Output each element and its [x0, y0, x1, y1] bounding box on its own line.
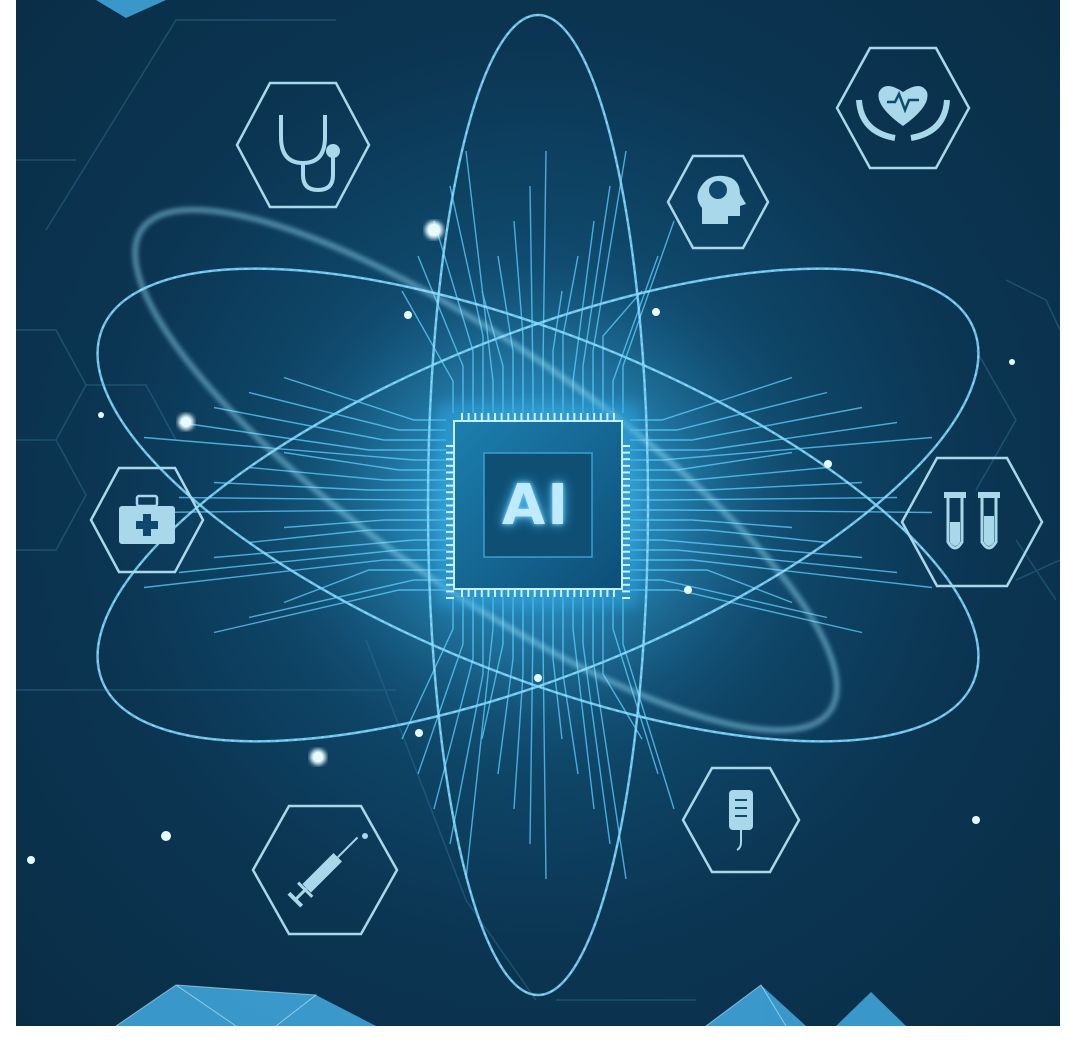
test-tubes-icon — [900, 456, 1044, 588]
stethoscope-icon — [235, 81, 371, 209]
ai-healthcare-illustration: AI — [16, 0, 1060, 1026]
iv-bag-icon — [681, 766, 801, 874]
chip-label-ai: AI — [501, 472, 571, 538]
brain-head-icon — [666, 154, 770, 250]
heart-hands-icon — [835, 46, 971, 170]
image-frame: AI — [0, 0, 1076, 1052]
syringe-icon — [251, 804, 399, 936]
